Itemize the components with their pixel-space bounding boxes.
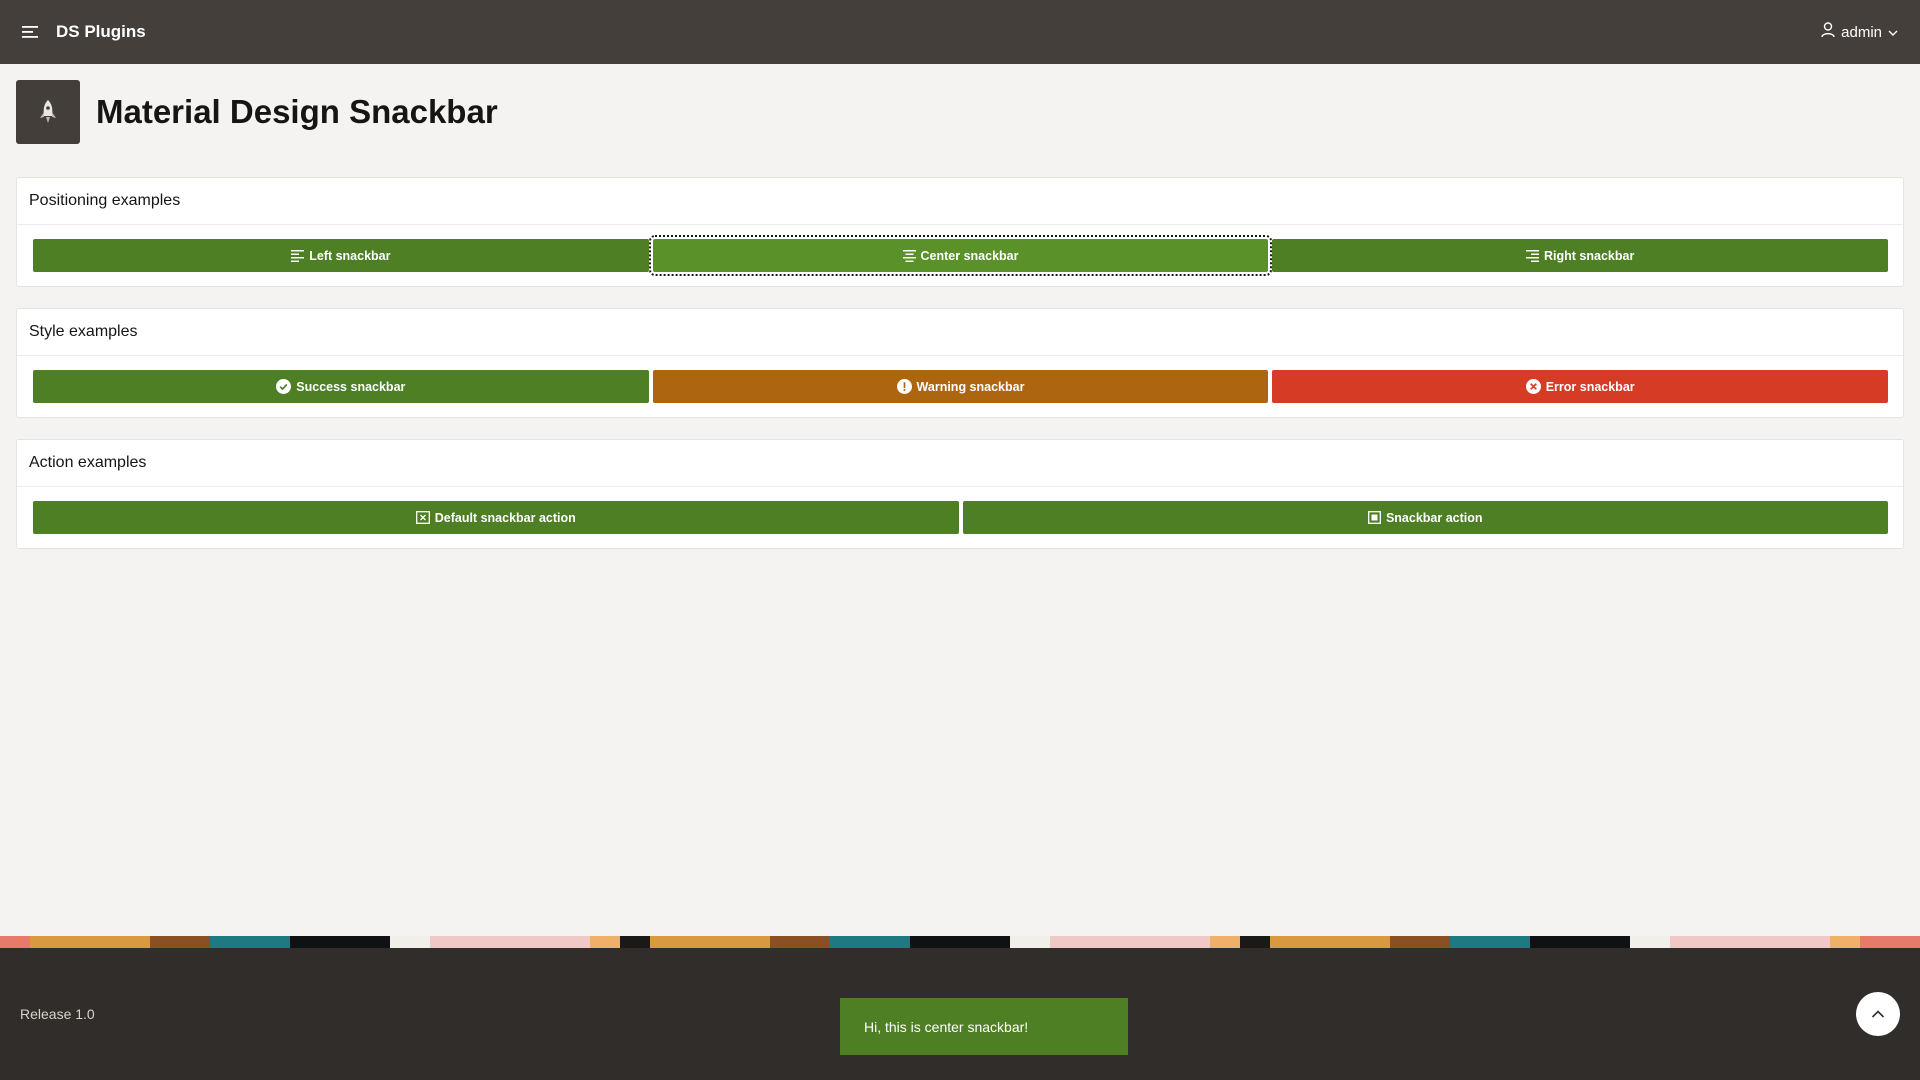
x-circle-icon <box>1525 379 1541 394</box>
top-navigation-bar: DS Plugins admin <box>0 0 1920 64</box>
button-label: Success snackbar <box>296 379 406 394</box>
center-snackbar: Hi, this is center snackbar! <box>840 998 1128 1055</box>
button-label: Warning snackbar <box>916 379 1025 394</box>
region-title: Positioning examples <box>17 178 1903 225</box>
button-label: Error snackbar <box>1545 379 1635 394</box>
align-center-icon <box>902 249 916 262</box>
warning-snackbar-button[interactable]: Warning snackbar <box>652 370 1269 403</box>
page-header: Material Design Snackbar <box>16 80 498 144</box>
snackbar-message: Hi, this is center snackbar! <box>864 1018 1029 1035</box>
chevron-up-icon <box>1871 1010 1885 1018</box>
action-examples-region: Action examples Default snackbar action … <box>16 439 1904 549</box>
back-to-top-button[interactable] <box>1856 992 1900 1036</box>
button-label: Default snackbar action <box>434 510 576 525</box>
snackbar-action-button[interactable]: Snackbar action <box>962 501 1888 534</box>
success-snackbar-button[interactable]: Success snackbar <box>33 370 649 403</box>
align-right-icon <box>1526 249 1540 262</box>
page-title: Material Design Snackbar <box>96 93 498 130</box>
style-examples-region: Style examples Success snackbar Warning … <box>16 308 1904 418</box>
square-icon <box>1368 511 1381 524</box>
release-version: Release 1.0 <box>20 1006 95 1022</box>
left-snackbar-button[interactable]: Left snackbar <box>33 239 649 272</box>
region-title: Action examples <box>17 440 1903 487</box>
positioning-examples-region: Positioning examples Left snackbar Cente… <box>16 177 1904 287</box>
hamburger-icon[interactable] <box>16 18 44 46</box>
button-label: Center snackbar <box>920 248 1019 263</box>
center-snackbar-button[interactable]: Center snackbar <box>648 235 1273 276</box>
user-menu[interactable]: admin <box>1821 18 1898 46</box>
exclamation-circle-icon <box>896 379 912 394</box>
button-label: Right snackbar <box>1544 248 1635 263</box>
error-snackbar-button[interactable]: Error snackbar <box>1272 370 1889 403</box>
chevron-down-icon <box>1888 24 1898 41</box>
close-square-icon <box>415 511 430 524</box>
check-circle-icon <box>276 379 292 394</box>
right-snackbar-button[interactable]: Right snackbar <box>1272 239 1889 272</box>
page-footer: Release 1.0 Hi, this is center snackbar! <box>0 948 1920 1080</box>
user-icon <box>1821 22 1835 42</box>
align-left-icon <box>291 249 305 262</box>
region-title: Style examples <box>17 309 1903 356</box>
footer-pattern-band <box>0 936 1920 948</box>
button-label: Left snackbar <box>309 248 391 263</box>
app-title[interactable]: DS Plugins <box>56 22 146 42</box>
rocket-icon <box>16 80 80 144</box>
button-label: Snackbar action <box>1385 510 1483 525</box>
default-snackbar-action-button[interactable]: Default snackbar action <box>33 501 959 534</box>
user-name: admin <box>1841 23 1882 41</box>
